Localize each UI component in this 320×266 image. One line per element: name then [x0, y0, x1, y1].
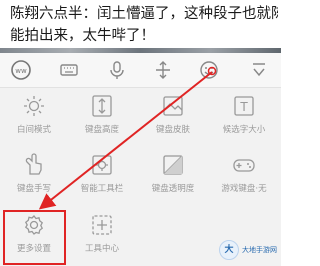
svg-text:T: T — [239, 100, 248, 114]
grid-item-label: 游戏键盘·无 — [221, 184, 267, 194]
grid-item-label: 候选字大小 — [222, 125, 266, 135]
grid-item-keyboard-height[interactable]: 键盘高度 — [71, 91, 133, 143]
keyboard-icon[interactable] — [56, 57, 82, 83]
watermark-logo: 大 — [219, 240, 239, 260]
collapse-icon[interactable] — [246, 57, 272, 83]
logo-icon[interactable]: ww — [8, 57, 34, 83]
toolbar-icon — [89, 152, 115, 178]
grid-item-smart-toolbar[interactable]: 智能工具栏 — [71, 150, 133, 202]
keyboard-toolbar: ww — [0, 53, 281, 88]
handwrite-icon — [21, 152, 47, 178]
font-size-icon: T — [231, 93, 257, 119]
article-panel: 陈翔六点半：闰土懵逼了，这种段子也就陈翔 能拍出来，太牛哔了！ — [0, 0, 281, 50]
emoji-icon[interactable] — [196, 57, 222, 83]
microphone-icon[interactable] — [104, 57, 130, 83]
article-title: 陈翔六点半：闰土懵逼了，这种段子也就陈翔 能拍出来，太牛哔了！ — [10, 3, 278, 47]
grid-item-label: 键盘透明度 — [151, 184, 195, 194]
article-line-1: 陈翔六点半：闰土懵逼了，这种段子也就陈翔 — [10, 6, 278, 22]
height-icon — [89, 93, 115, 119]
article-line-2: 能拍出来，太牛哔了！ — [10, 28, 155, 44]
sun-icon — [21, 93, 47, 119]
grid-item-label: 键盘高度 — [84, 125, 119, 135]
svg-text:ww: ww — [15, 67, 27, 75]
opacity-icon — [160, 152, 186, 178]
grid-item-tool-center[interactable]: 工具中心 — [71, 210, 133, 262]
highlight-box — [3, 210, 66, 265]
grid-item-label: 键盘手写 — [16, 184, 51, 194]
grid-item-label: 键盘皮肤 — [155, 125, 190, 135]
watermark-text: 大地手游网 — [242, 245, 277, 254]
tool-center-icon — [89, 212, 115, 238]
grid-item-handwriting[interactable]: 键盘手写 — [3, 150, 65, 202]
grid-item-candidate-size[interactable]: T 候选字大小 — [213, 91, 275, 143]
move-cursor-icon[interactable] — [150, 57, 176, 83]
skin-icon — [160, 93, 186, 119]
grid-item-label: 工具中心 — [84, 244, 119, 254]
grid-item-keyboard-skin[interactable]: 键盘皮肤 — [142, 91, 204, 143]
grid-item-keyboard-opacity[interactable]: 键盘透明度 — [142, 150, 204, 202]
game-icon — [231, 152, 257, 178]
grid-item-day-mode[interactable]: 白间模式 — [3, 91, 65, 143]
watermark: 大 大地手游网 — [219, 237, 277, 263]
grid-item-game-keyboard[interactable]: 游戏键盘·无 — [213, 150, 275, 202]
grid-item-label: 白间模式 — [16, 125, 51, 135]
keyboard-panel: ww 白间模式 键盘高度 键盘皮肤 T 候选字大小 键盘手写 智能工具栏 键盘透… — [0, 53, 281, 266]
grid-item-label: 智能工具栏 — [80, 184, 124, 194]
